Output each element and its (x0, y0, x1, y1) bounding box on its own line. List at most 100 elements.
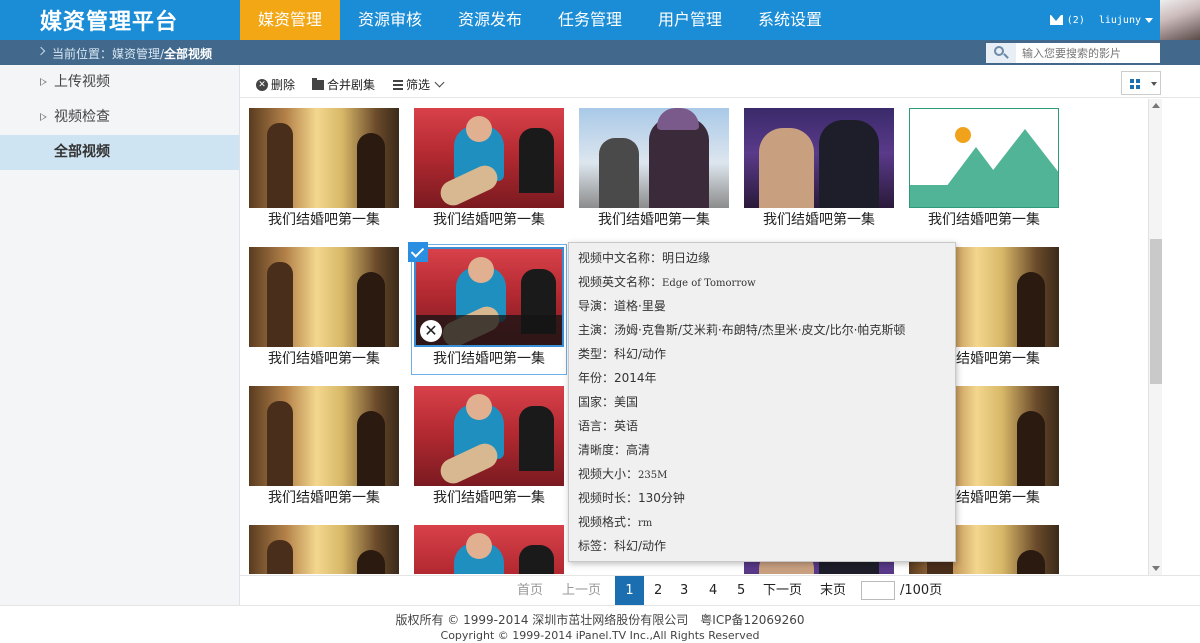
video-title: 我们结婚吧第一集 (433, 351, 545, 367)
video-title: 我们结婚吧第一集 (598, 212, 710, 228)
video-thumbnail[interactable] (744, 108, 894, 208)
page-2[interactable]: 2 (654, 576, 662, 605)
video-card[interactable]: 我们结婚吧第一集 (744, 108, 894, 233)
grid-view-icon (1130, 79, 1140, 89)
view-toggle[interactable] (1121, 71, 1161, 95)
folder-icon (312, 77, 324, 90)
next-page-link[interactable]: 下一页 (763, 576, 802, 605)
video-thumbnail[interactable] (414, 108, 564, 208)
breadcrumb: 当前位置：媒资管理/全部视频 (52, 45, 212, 62)
tooltip-line: 主演：汤姆·克鲁斯/艾米莉·布朗特/杰里米·皮文/比尔·帕克斯顿 (578, 323, 906, 337)
tooltip-line: 视频时长：130分钟 (578, 491, 685, 505)
tooltip-line: 视频格式：rm (578, 515, 653, 529)
filter-button[interactable]: 筛选 (393, 76, 445, 93)
chevron-down-icon[interactable] (1145, 17, 1153, 23)
search-box (986, 43, 1160, 63)
video-card[interactable]: 我们结婚吧第一集 (414, 386, 564, 511)
video-title: 我们结婚吧第一集 (928, 212, 1040, 228)
chevron-right-icon (36, 46, 46, 56)
page-4[interactable]: 4 (709, 576, 717, 605)
mail-icon[interactable] (1049, 15, 1063, 25)
avatar[interactable] (1160, 0, 1200, 40)
video-card[interactable]: 我们结婚吧第一集 (909, 108, 1059, 233)
video-card[interactable] (414, 525, 564, 574)
video-card[interactable]: 我们结婚吧第一集 (249, 247, 399, 372)
tooltip-line: 视频英文名称：Edge of Tomorrow (578, 275, 756, 289)
sidebar-item-label: 视频检查 (54, 109, 110, 125)
video-card[interactable]: 我们结婚吧第一集 (414, 108, 564, 233)
nav-tasks[interactable]: 任务管理 (540, 0, 640, 40)
page-jump-input[interactable] (861, 581, 895, 600)
message-count[interactable]: (2) (1067, 15, 1085, 26)
toolbar: ✕ 删除 合并剧集 筛选 (240, 65, 1200, 98)
video-thumbnail[interactable] (414, 525, 564, 574)
first-page-link[interactable]: 首页 (517, 576, 543, 605)
last-page-link[interactable]: 末页 (820, 576, 846, 605)
main-nav: 媒资管理 资源审核 资源发布 任务管理 用户管理 系统设置 (240, 0, 840, 40)
top-header: 媒资管理平台 媒资管理 资源审核 资源发布 任务管理 用户管理 系统设置 (2)… (0, 0, 1200, 40)
video-card[interactable]: 我们结婚吧第一集 (579, 108, 729, 233)
username[interactable]: liujuny (1099, 15, 1141, 26)
nav-publish[interactable]: 资源发布 (440, 0, 540, 40)
video-card-selected[interactable]: ✕ 我们结婚吧第一集 (408, 242, 567, 375)
close-icon[interactable]: ✕ (420, 320, 442, 342)
merge-episodes-button[interactable]: 合并剧集 (312, 76, 375, 93)
breadcrumb-current: 全部视频 (164, 47, 213, 61)
video-thumbnail[interactable] (249, 525, 399, 574)
tooltip-line: 标签：科幻/动作 (578, 539, 667, 553)
sidebar-item-upload[interactable]: 上传视频 (0, 65, 239, 100)
total-pages: /100页 (900, 583, 943, 598)
video-thumbnail[interactable] (414, 386, 564, 486)
video-thumbnail[interactable] (249, 386, 399, 486)
nav-media[interactable]: 媒资管理 (240, 0, 340, 40)
search-button[interactable] (986, 43, 1016, 63)
user-box: (2) liujuny (1049, 0, 1160, 40)
tooltip-line: 语言：英语 (578, 419, 639, 433)
page-1[interactable]: 1 (615, 576, 644, 605)
tooltip-line: 视频中文名称：明日边缘 (578, 251, 711, 265)
delete-icon: ✕ (256, 78, 268, 91)
breadcrumb-prefix: 当前位置：媒资管理/ (52, 47, 165, 61)
scrollbar-thumb[interactable] (1150, 239, 1162, 384)
video-title: 我们结婚吧第一集 (763, 212, 875, 228)
chevron-down-icon (434, 77, 445, 88)
caret-down-icon (1151, 82, 1157, 86)
pagination: 首页 上一页 1 2 3 4 5 下一页 末页 /100页 (240, 575, 1200, 605)
scroll-up-icon[interactable] (1152, 103, 1160, 108)
video-title: 我们结婚吧第一集 (268, 351, 380, 367)
vertical-scrollbar[interactable] (1148, 99, 1162, 575)
nav-users[interactable]: 用户管理 (640, 0, 740, 40)
video-title: 我们结婚吧第一集 (433, 212, 545, 228)
placeholder-image-icon[interactable] (909, 108, 1059, 208)
sidebar-item-all-videos[interactable]: 全部视频 (0, 135, 239, 170)
video-title: 我们结婚吧第一集 (268, 212, 380, 228)
video-card[interactable] (249, 525, 399, 574)
prev-page-link[interactable]: 上一页 (562, 576, 601, 605)
footer-copyright-cn: 版权所有 © 1999-2014 深圳市茁壮网络股份有限公司 粤ICP备1206… (395, 613, 805, 627)
video-thumbnail[interactable] (249, 108, 399, 208)
search-input[interactable] (1016, 43, 1160, 63)
sidebar-item-label: 全部视频 (54, 144, 110, 160)
page-5[interactable]: 5 (737, 576, 745, 605)
video-card[interactable]: 我们结婚吧第一集 (249, 386, 399, 511)
video-thumbnail[interactable] (579, 108, 729, 208)
tooltip-line: 清晰度：高清 (578, 443, 651, 457)
checkbox-checked-icon[interactable] (408, 242, 428, 262)
scroll-down-icon[interactable] (1152, 566, 1160, 571)
video-title: 我们结婚吧第一集 (433, 490, 545, 506)
tooltip-line: 类型：科幻/动作 (578, 347, 667, 361)
tooltip-line: 年份：2014年 (578, 371, 657, 385)
list-icon (393, 79, 403, 90)
nav-settings[interactable]: 系统设置 (740, 0, 840, 40)
page-3[interactable]: 3 (680, 576, 688, 605)
video-card[interactable]: 我们结婚吧第一集 (249, 108, 399, 233)
video-thumbnail[interactable] (249, 247, 399, 347)
triangle-right-icon (40, 113, 47, 121)
sidebar-item-check[interactable]: 视频检查 (0, 100, 239, 135)
sidebar: 上传视频 视频检查 全部视频 (0, 65, 240, 605)
app-logo: 媒资管理平台 (40, 9, 179, 35)
tooltip-line: 导演：道格·里曼 (578, 299, 666, 313)
delete-button[interactable]: ✕ 删除 (256, 76, 295, 93)
sidebar-item-label: 上传视频 (54, 74, 110, 90)
nav-review[interactable]: 资源审核 (340, 0, 440, 40)
